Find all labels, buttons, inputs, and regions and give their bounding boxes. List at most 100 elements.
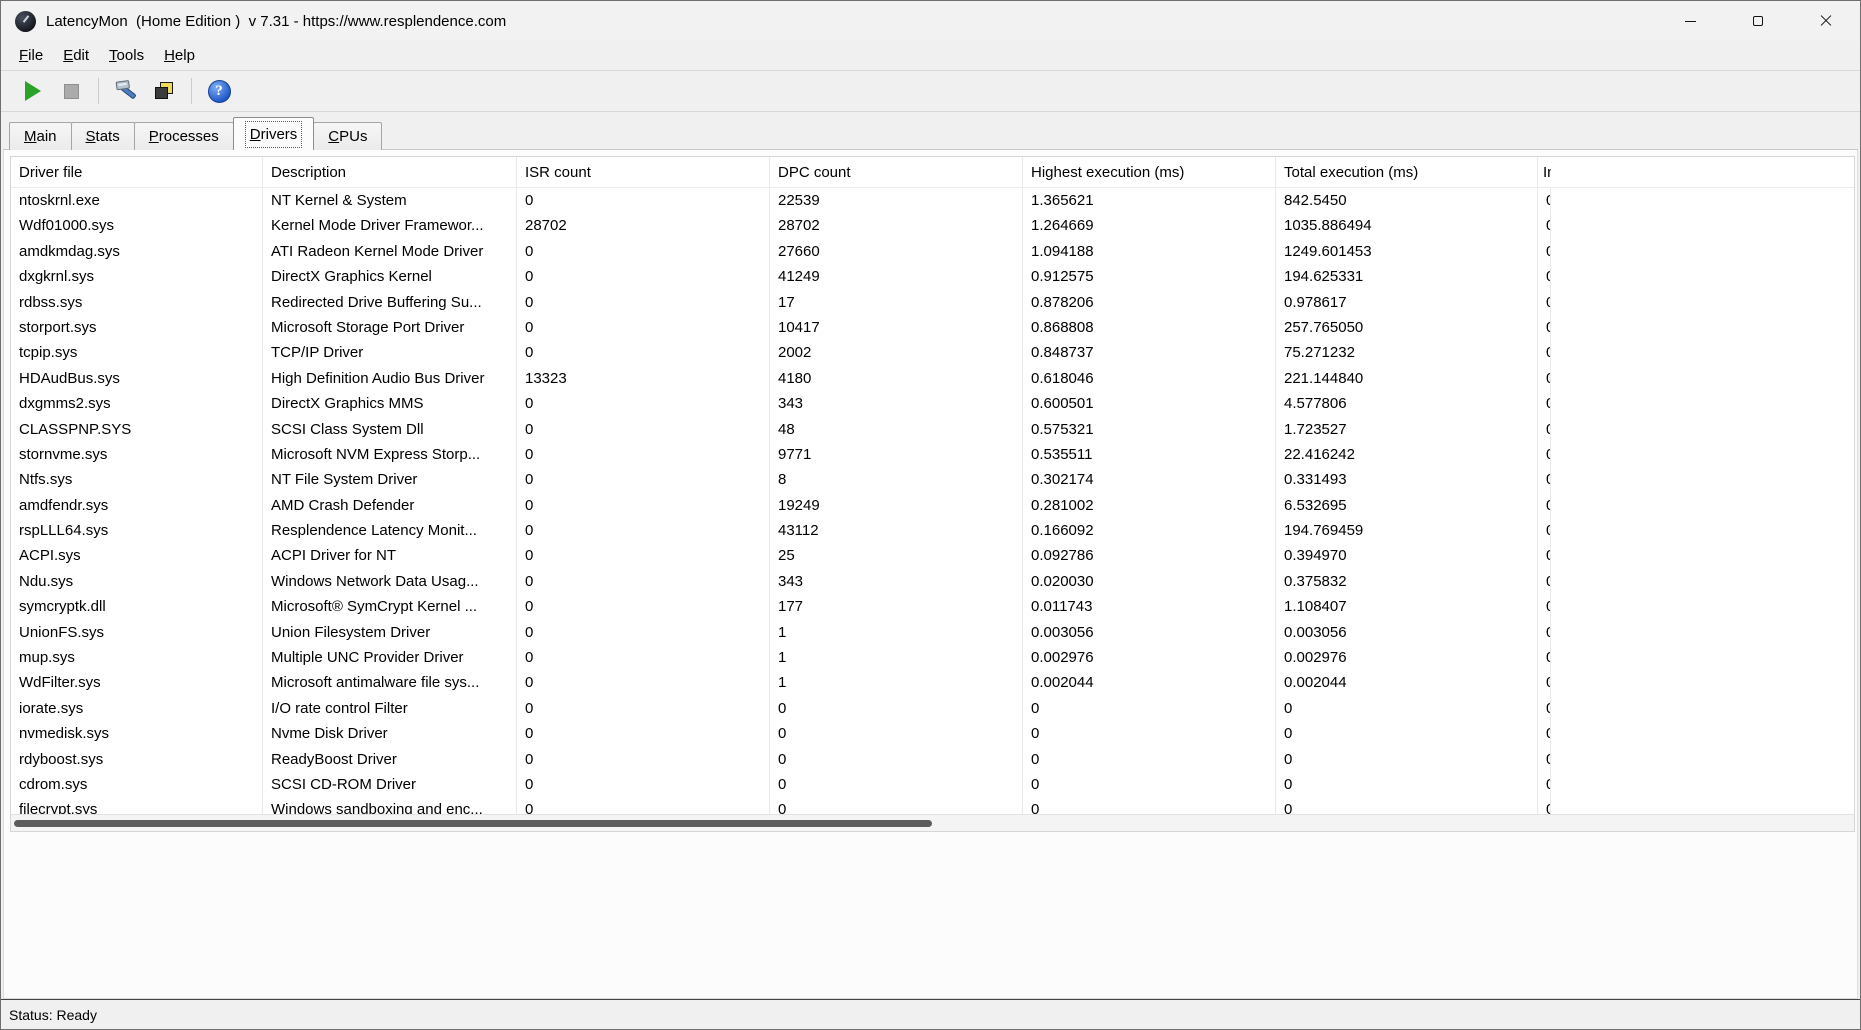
table-row[interactable]: HDAudBus.sys High Definition Audio Bus D… xyxy=(11,366,1854,391)
tab-processes[interactable]: Processes xyxy=(134,122,234,150)
cell-highest-execution: 0.600501 xyxy=(1023,391,1276,416)
table-row[interactable]: cdrom.sys SCSI CD-ROM Driver 0 0 0 0 0 xyxy=(11,772,1854,797)
table-row[interactable]: WdFilter.sys Microsoft antimalware file … xyxy=(11,670,1854,695)
menu-help[interactable]: Help xyxy=(154,44,205,67)
minimize-icon xyxy=(1685,21,1696,22)
cell-dpc-count: 343 xyxy=(770,391,1023,416)
cell-total-execution: 0.002976 xyxy=(1276,645,1538,670)
tab-cpus[interactable]: CPUs xyxy=(313,122,382,150)
table-row[interactable]: filecrypt.sys Windows sandboxing and enc… xyxy=(11,797,1854,814)
maximize-button[interactable] xyxy=(1724,1,1792,41)
close-button[interactable] xyxy=(1792,1,1860,41)
cell-clipped: 0 xyxy=(1538,620,1551,645)
table-header-row: Driver file Description ISR count DPC co… xyxy=(11,157,1854,188)
scrollbar-thumb[interactable] xyxy=(14,820,932,827)
cell-description: Nvme Disk Driver xyxy=(263,721,517,746)
cell-total-execution: 22.416242 xyxy=(1276,442,1538,467)
table-row[interactable]: ntoskrnl.exe NT Kernel & System 0 22539 … xyxy=(11,188,1854,213)
copy-report-button[interactable] xyxy=(148,75,180,107)
cell-highest-execution: 0 xyxy=(1023,797,1276,814)
menu-file[interactable]: File xyxy=(9,44,53,67)
cell-isr-count: 0 xyxy=(517,772,770,797)
cell-clipped: 0 xyxy=(1538,518,1551,543)
toolbar xyxy=(1,70,1860,112)
cell-description: DirectX Graphics MMS xyxy=(263,391,517,416)
table-row[interactable]: ACPI.sys ACPI Driver for NT 0 25 0.09278… xyxy=(11,543,1854,568)
cell-total-execution: 194.769459 xyxy=(1276,518,1538,543)
column-header-dpc-count[interactable]: DPC count xyxy=(770,157,1023,187)
latencymon-logo-icon xyxy=(15,11,36,32)
play-icon xyxy=(25,81,41,101)
cell-clipped: 0 xyxy=(1538,264,1551,289)
tab-main[interactable]: Main xyxy=(9,122,72,150)
help-button[interactable] xyxy=(203,75,235,107)
cell-highest-execution: 0.912575 xyxy=(1023,264,1276,289)
cell-driver-file: amdfendr.sys xyxy=(11,493,263,518)
cell-description: Microsoft® SymCrypt Kernel ... xyxy=(263,594,517,619)
cell-isr-count: 0 xyxy=(517,797,770,814)
cell-dpc-count: 0 xyxy=(770,797,1023,814)
table-row[interactable]: tcpip.sys TCP/IP Driver 0 2002 0.848737 … xyxy=(11,340,1854,365)
start-monitor-button[interactable] xyxy=(17,75,49,107)
stop-icon xyxy=(64,84,79,99)
cell-isr-count: 0 xyxy=(517,391,770,416)
cell-driver-file: storport.sys xyxy=(11,315,263,340)
table-row[interactable]: rdbss.sys Redirected Drive Buffering Su.… xyxy=(11,290,1854,315)
column-header-clipped[interactable]: In xyxy=(1538,157,1551,187)
cell-highest-execution: 0.281002 xyxy=(1023,493,1276,518)
cell-dpc-count: 0 xyxy=(770,721,1023,746)
cell-driver-file: HDAudBus.sys xyxy=(11,366,263,391)
horizontal-scrollbar[interactable] xyxy=(11,814,1854,831)
table-row[interactable]: storport.sys Microsoft Storage Port Driv… xyxy=(11,315,1854,340)
menu-tools[interactable]: Tools xyxy=(99,44,154,67)
minimize-button[interactable] xyxy=(1656,1,1724,41)
table-row[interactable]: Wdf01000.sys Kernel Mode Driver Framewor… xyxy=(11,213,1854,238)
column-header-description[interactable]: Description xyxy=(263,157,517,187)
tab-stats[interactable]: Stats xyxy=(71,122,135,150)
cell-total-execution: 4.577806 xyxy=(1276,391,1538,416)
cell-clipped: 0 xyxy=(1538,391,1551,416)
column-header-isr-count[interactable]: ISR count xyxy=(517,157,770,187)
cell-total-execution: 257.765050 xyxy=(1276,315,1538,340)
table-row[interactable]: dxgmms2.sys DirectX Graphics MMS 0 343 0… xyxy=(11,391,1854,416)
table-row[interactable]: UnionFS.sys Union Filesystem Driver 0 1 … xyxy=(11,620,1854,645)
table-row[interactable]: amdfendr.sys AMD Crash Defender 0 19249 … xyxy=(11,493,1854,518)
cell-total-execution: 1.723527 xyxy=(1276,417,1538,442)
cell-isr-count: 0 xyxy=(517,340,770,365)
copy-pages-icon xyxy=(152,79,176,103)
table-row[interactable]: amdkmdag.sys ATI Radeon Kernel Mode Driv… xyxy=(11,239,1854,264)
menu-edit[interactable]: Edit xyxy=(53,44,99,67)
stop-monitor-button[interactable] xyxy=(55,75,87,107)
cell-dpc-count: 2002 xyxy=(770,340,1023,365)
table-row[interactable]: Ntfs.sys NT File System Driver 0 8 0.302… xyxy=(11,467,1854,492)
column-header-total-execution[interactable]: Total execution (ms) xyxy=(1276,157,1538,187)
cell-clipped: 0 xyxy=(1538,594,1551,619)
cell-clipped: 0 xyxy=(1538,569,1551,594)
table-row[interactable]: rdyboost.sys ReadyBoost Driver 0 0 0 0 0 xyxy=(11,747,1854,772)
tools-button[interactable] xyxy=(110,75,142,107)
table-row[interactable]: dxgkrnl.sys DirectX Graphics Kernel 0 41… xyxy=(11,264,1854,289)
cell-clipped: 0 xyxy=(1538,645,1551,670)
table-row[interactable]: rspLLL64.sys Resplendence Latency Monit.… xyxy=(11,518,1854,543)
table-row[interactable]: stornvme.sys Microsoft NVM Express Storp… xyxy=(11,442,1854,467)
table-row[interactable]: mup.sys Multiple UNC Provider Driver 0 1… xyxy=(11,645,1854,670)
cell-isr-count: 0 xyxy=(517,594,770,619)
cell-clipped: 0 xyxy=(1538,670,1551,695)
cell-total-execution: 194.625331 xyxy=(1276,264,1538,289)
cell-isr-count: 0 xyxy=(517,467,770,492)
cell-clipped: 0 xyxy=(1538,442,1551,467)
column-header-driver-file[interactable]: Driver file xyxy=(11,157,263,187)
column-header-highest-execution[interactable]: Highest execution (ms) xyxy=(1023,157,1276,187)
cell-dpc-count: 25 xyxy=(770,543,1023,568)
cell-highest-execution: 0 xyxy=(1023,772,1276,797)
cell-highest-execution: 0.302174 xyxy=(1023,467,1276,492)
table-row[interactable]: iorate.sys I/O rate control Filter 0 0 0… xyxy=(11,696,1854,721)
table-row[interactable]: CLASSPNP.SYS SCSI Class System Dll 0 48 … xyxy=(11,417,1854,442)
cell-clipped: 0 xyxy=(1538,239,1551,264)
tab-drivers[interactable]: Drivers xyxy=(233,117,315,150)
cell-driver-file: Ntfs.sys xyxy=(11,467,263,492)
table-row[interactable]: Ndu.sys Windows Network Data Usag... 0 3… xyxy=(11,569,1854,594)
cell-dpc-count: 43112 xyxy=(770,518,1023,543)
table-row[interactable]: symcryptk.dll Microsoft® SymCrypt Kernel… xyxy=(11,594,1854,619)
table-row[interactable]: nvmedisk.sys Nvme Disk Driver 0 0 0 0 0 xyxy=(11,721,1854,746)
